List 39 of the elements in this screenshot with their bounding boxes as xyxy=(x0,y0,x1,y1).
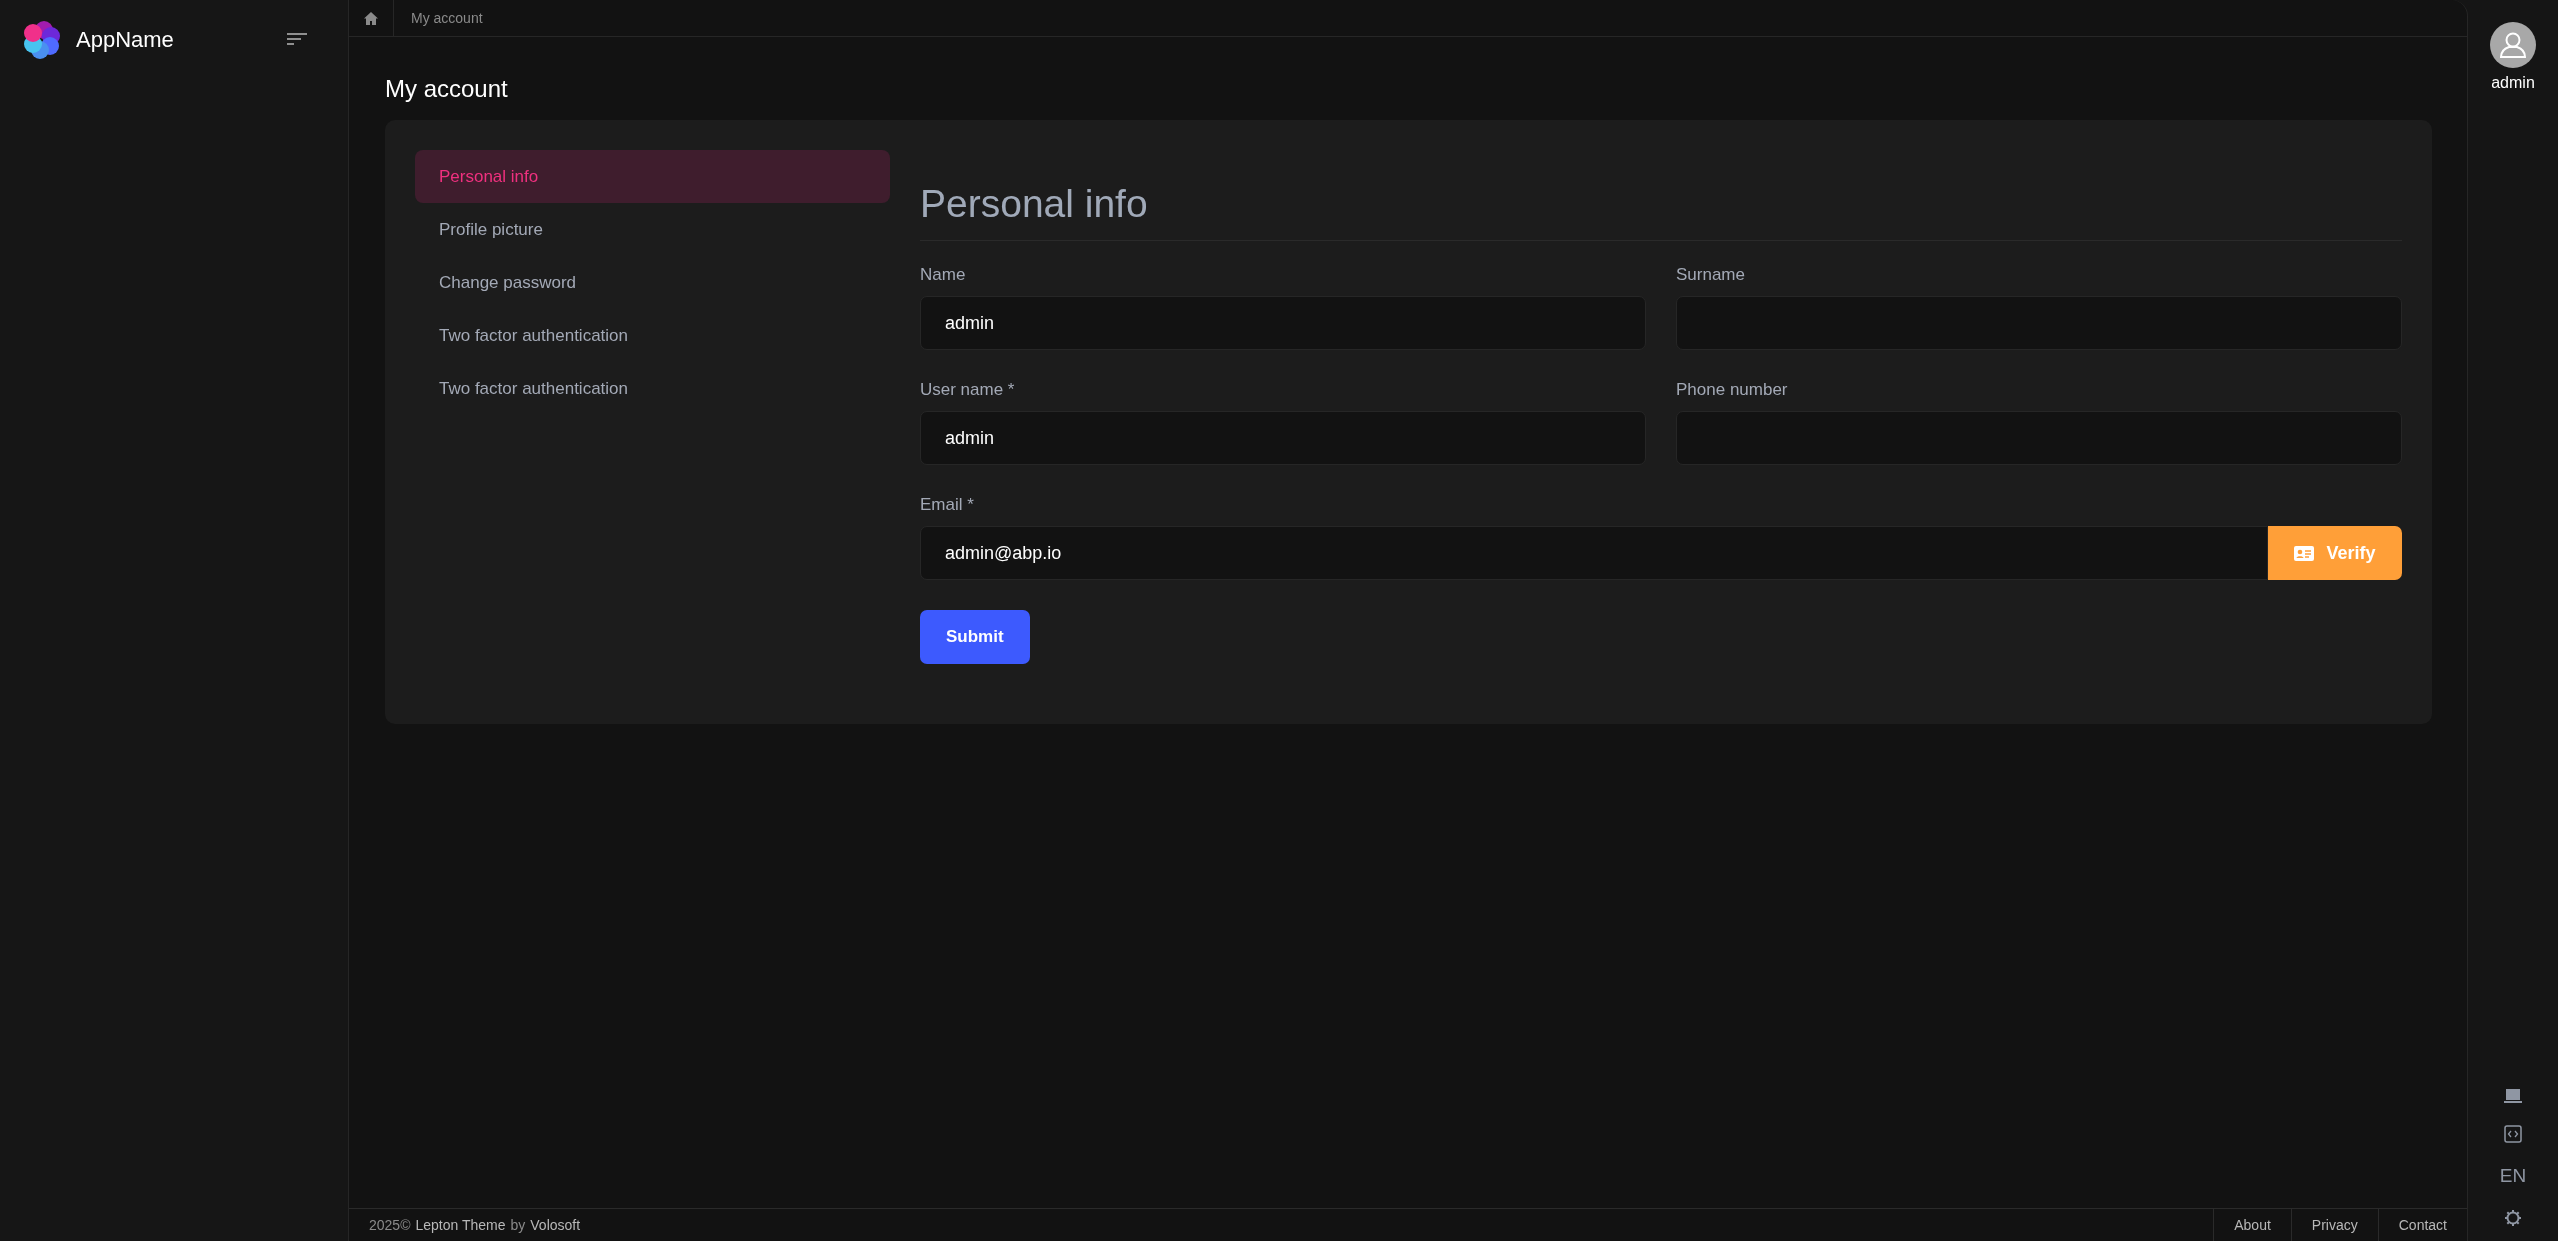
user-icon xyxy=(2498,30,2528,60)
text-field[interactable]: admin xyxy=(920,411,1646,465)
laptop-button[interactable] xyxy=(2504,1089,2522,1103)
company-link[interactable]: Volosoft xyxy=(530,1217,581,1233)
nav-tab[interactable]: Two factor authentication xyxy=(415,362,890,415)
section-heading: Personal info xyxy=(920,182,2402,241)
laptop-icon xyxy=(2504,1089,2522,1103)
email-field[interactable]: admin@abp.io xyxy=(920,526,2268,580)
menu-icon[interactable] xyxy=(286,32,308,48)
field-label: User name * xyxy=(920,380,1016,400)
app-name: AppName xyxy=(76,27,174,53)
logo-icon xyxy=(22,20,62,60)
settings-button[interactable] xyxy=(2504,1209,2522,1227)
home-icon xyxy=(364,11,378,25)
footer-link[interactable]: Privacy xyxy=(2290,1209,2378,1241)
user-menu[interactable]: admin xyxy=(2490,22,2536,92)
nav-tab[interactable]: Personal info xyxy=(415,150,890,203)
code-button[interactable] xyxy=(2504,1125,2522,1143)
user-name: admin xyxy=(2491,74,2535,92)
footer-link[interactable]: About xyxy=(2213,1209,2291,1241)
theme-link[interactable]: Lepton Theme xyxy=(415,1217,506,1233)
copyright-text: 2025© xyxy=(369,1217,411,1233)
code-icon xyxy=(2504,1125,2522,1143)
by-text: by xyxy=(510,1217,526,1233)
field-label: Phone number xyxy=(1676,380,1789,400)
field-label: Name xyxy=(920,265,967,285)
id-card-icon xyxy=(2294,545,2315,561)
breadcrumb-item: My account xyxy=(410,10,483,26)
language-selector[interactable]: EN xyxy=(2499,1165,2527,1187)
submit-button[interactable]: Submit xyxy=(920,610,1030,664)
nav-tab[interactable]: Profile picture xyxy=(415,203,890,256)
page-title: My account xyxy=(385,75,509,103)
field-label: Email * xyxy=(920,495,975,515)
nav-tab[interactable]: Two factor authentication xyxy=(415,309,890,362)
text-field[interactable]: admin xyxy=(920,296,1646,350)
footer-link[interactable]: Contact xyxy=(2377,1209,2467,1241)
settings-icon xyxy=(2504,1209,2522,1227)
nav-tab[interactable]: Change password xyxy=(415,256,890,309)
field-label: Surname xyxy=(1676,265,1746,285)
